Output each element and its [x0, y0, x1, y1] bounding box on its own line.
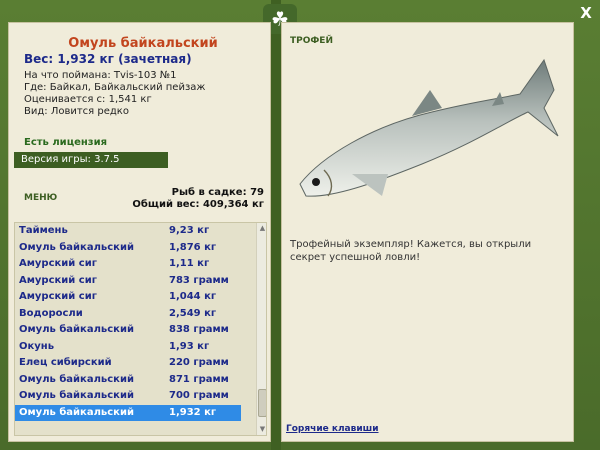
list-item[interactable]: Омуль байкальский 838 грамм	[15, 322, 266, 339]
list-item-weight: 700 грамм	[169, 390, 229, 401]
list-item-name: Водоросли	[19, 307, 83, 319]
list-item-weight: 9,23 кг	[169, 225, 210, 236]
list-item-weight: 220 грамм	[169, 357, 229, 368]
list-item[interactable]: Амурский сиг 1,044 кг	[15, 289, 266, 306]
list-item-name: Амурский сиг	[19, 258, 97, 269]
list-item-name: Омуль байкальский	[19, 241, 134, 253]
license-status: Есть лицензия	[24, 137, 108, 148]
info-rated-from: Оценивается с: 1,541 кг	[24, 94, 152, 105]
panel-divider	[271, 0, 281, 450]
fish-image	[299, 58, 559, 197]
list-item[interactable]: Амурский сиг 783 грамм	[15, 273, 266, 290]
list-item-name: Таймень	[19, 225, 68, 236]
list-item[interactable]: Омуль байкальский 1,932 кг	[15, 404, 241, 421]
info-species: Вид: Ловится редко	[24, 106, 129, 117]
list-item-weight: 1,932 кг	[169, 406, 217, 418]
list-item-weight: 1,93 кг	[169, 340, 210, 352]
list-item[interactable]: Омуль байкальский 1,876 кг	[15, 240, 266, 257]
list-item[interactable]: Окунь 1,93 кг	[15, 339, 266, 356]
hotkeys-link[interactable]: Горячие клавиши	[286, 424, 379, 434]
close-button[interactable]: X	[576, 4, 596, 22]
list-item-weight: 1,876 кг	[169, 241, 217, 253]
list-item[interactable]: Омуль байкальский 700 грамм	[15, 388, 266, 405]
fish-weight: Вес: 1,932 кг (зачетная)	[24, 52, 192, 66]
list-item-name: Окунь	[19, 340, 55, 352]
list-item-weight: 783 грамм	[169, 274, 229, 286]
keepnet-stats: Рыб в садке: 79 Общий вес: 409,364 кг	[132, 187, 264, 211]
info-bait: На что поймана: Tvis-103 №1	[24, 70, 177, 81]
list-scrollbar[interactable]: ▲ ▼	[256, 223, 266, 435]
scroll-up-icon[interactable]: ▲	[257, 223, 266, 234]
list-item[interactable]: Елец сибирский 220 грамм	[15, 355, 266, 372]
list-item-weight: 2,549 кг	[169, 307, 217, 319]
info-location: Где: Байкал, Байкальский пейзаж	[24, 82, 206, 93]
list-item-weight: 871 грамм	[169, 373, 229, 385]
trophy-message: Трофейный экземпляр! Кажется, вы открыли…	[290, 239, 532, 263]
fish-info: На что поймана: Tvis-103 №1 Где: Байкал,…	[24, 70, 205, 118]
list-item-name: Елец сибирский	[19, 357, 112, 368]
list-item-weight: 1,11 кг	[169, 258, 210, 269]
total-weight: Общий вес: 409,364 кг	[132, 199, 264, 210]
scroll-thumb[interactable]	[258, 389, 266, 417]
menu-button[interactable]: МЕНЮ	[24, 193, 57, 203]
list-item[interactable]: Амурский сиг 1,11 кг	[15, 256, 266, 273]
list-item-name: Амурский сиг	[19, 291, 97, 302]
list-item[interactable]: Таймень 9,23 кг	[15, 223, 266, 240]
trophy-label: ТРОФЕЙ	[290, 36, 333, 46]
catch-list[interactable]: Таймень 9,23 кг Омуль байкальский 1,876 кг А…	[14, 222, 267, 436]
list-item-weight: 1,044 кг	[169, 291, 217, 302]
version-bar: Версия игры: 3.7.5	[14, 152, 168, 168]
fish-count: Рыб в садке: 79	[171, 187, 264, 198]
list-item[interactable]: Омуль байкальский 871 грамм	[15, 372, 266, 389]
list-item-name: Омуль байкальский	[19, 390, 134, 401]
list-item[interactable]: Водоросли 2,549 кг	[15, 306, 266, 323]
list-item-weight: 838 грамм	[169, 324, 229, 335]
list-item-name: Омуль байкальский	[19, 324, 134, 335]
scroll-down-icon[interactable]: ▼	[257, 424, 266, 435]
list-item-name: Амурский сиг	[19, 274, 97, 286]
fish-name-title: Омуль байкальский	[68, 36, 218, 51]
list-item-name: Омуль байкальский	[19, 373, 134, 385]
list-item-name: Омуль байкальский	[19, 406, 134, 418]
